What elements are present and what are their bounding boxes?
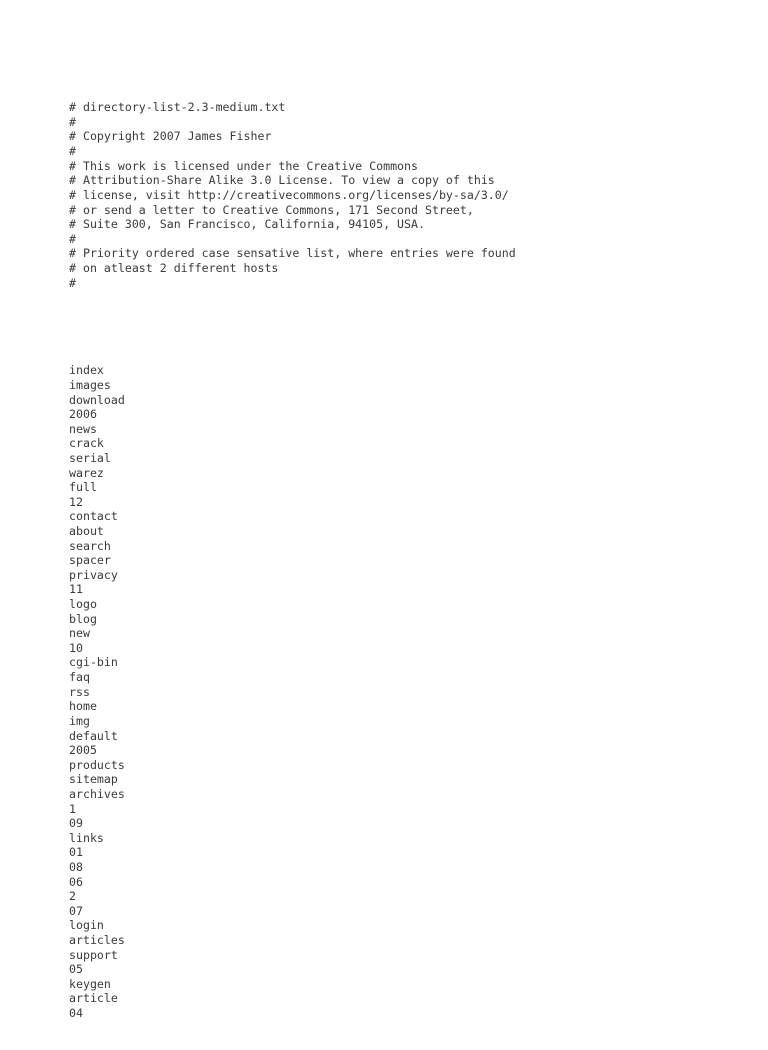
- wordlist-entry: spacer: [69, 553, 111, 568]
- wordlist-entry: faq: [69, 670, 90, 685]
- comment-line: # directory-list-2.3-medium.txt: [69, 100, 286, 115]
- wordlist-entry: 2: [69, 889, 76, 904]
- comment-line: #: [69, 144, 76, 159]
- wordlist-entry: article: [69, 991, 118, 1006]
- wordlist-entry: articles: [69, 933, 125, 948]
- plain-text-content: # directory-list-2.3-medium.txt # # Copyri…: [69, 71, 729, 1050]
- wordlist-entry: login: [69, 918, 104, 933]
- wordlist-entry: 07: [69, 903, 83, 918]
- wordlist-entry: img: [69, 713, 90, 728]
- comment-line: # Suite 300, San Francisco, California, …: [69, 217, 425, 232]
- wordlist-entry: 06: [69, 874, 83, 889]
- comment-line: # on atleast 2 different hosts: [69, 260, 279, 275]
- wordlist-entry: full: [69, 480, 97, 495]
- comment-line: # Attribution-Share Alike 3.0 License. T…: [69, 173, 495, 188]
- comment-line: # Priority ordered case sensative list, …: [69, 246, 516, 261]
- comment-line: #: [69, 114, 76, 129]
- wordlist-entry: support: [69, 947, 118, 962]
- wordlist-entry: images: [69, 377, 111, 392]
- wordlist-entry: 01: [69, 845, 83, 860]
- comment-line: # or send a letter to Creative Commons, …: [69, 202, 474, 217]
- wordlist-entry: 11: [69, 582, 83, 597]
- wordlist-entry: sitemap: [69, 772, 118, 787]
- comment-line: #: [69, 275, 76, 290]
- wordlist-entry: archives: [69, 786, 125, 801]
- wordlist-entry: products: [69, 757, 125, 772]
- wordlist-entries: index images download 2006 news crack serial wa…: [69, 363, 729, 1020]
- wordlist-entry: warez: [69, 465, 104, 480]
- wordlist-entry: cgi-bin: [69, 655, 118, 670]
- wordlist-entry: 08: [69, 860, 83, 874]
- wordlist-entry: logo: [69, 597, 97, 612]
- wordlist-entry: default: [69, 728, 118, 743]
- wordlist-entry: 04: [69, 1006, 83, 1021]
- wordlist-entry: search: [69, 538, 111, 553]
- wordlist-entry: home: [69, 699, 97, 714]
- wordlist-entry: 12: [69, 494, 83, 509]
- wordlist-entry: 2006: [69, 407, 97, 422]
- comment-line: # license, visit http://creativecommons.…: [69, 187, 509, 202]
- file-header-comment-block: # directory-list-2.3-medium.txt # # Copyri…: [69, 100, 729, 290]
- comment-line: #: [69, 231, 76, 246]
- wordlist-entry: contact: [69, 509, 118, 524]
- wordlist-entry: crack: [69, 436, 104, 451]
- wordlist-entry: 10: [69, 640, 83, 655]
- blank-line-separator: [69, 319, 729, 334]
- wordlist-entry: download: [69, 392, 125, 407]
- wordlist-entry: privacy: [69, 567, 118, 582]
- wordlist-entry: blog: [69, 611, 97, 626]
- wordlist-entry: 09: [69, 816, 83, 831]
- wordlist-entry: serial: [69, 450, 111, 465]
- wordlist-entry: keygen: [69, 976, 111, 991]
- comment-line: # Copyright 2007 James Fisher: [69, 129, 272, 144]
- wordlist-entry: new: [69, 626, 90, 641]
- wordlist-entry: rss: [69, 684, 90, 699]
- wordlist-entry: 05: [69, 962, 83, 977]
- document-page: # directory-list-2.3-medium.txt # # Copyri…: [0, 0, 768, 1024]
- wordlist-entry: index: [69, 363, 104, 378]
- wordlist-entry: links: [69, 830, 104, 845]
- wordlist-entry: news: [69, 421, 97, 436]
- comment-line: # This work is licensed under the Creati…: [69, 158, 419, 173]
- wordlist-entry: 2005: [69, 743, 97, 758]
- wordlist-entry: about: [69, 523, 104, 538]
- wordlist-entry: 1: [69, 801, 76, 816]
